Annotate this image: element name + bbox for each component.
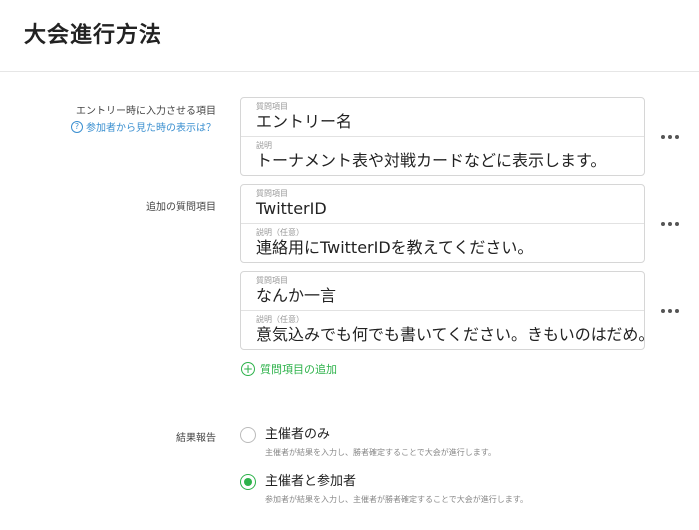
question-field-label: 質問項目 — [256, 102, 288, 111]
radio-option-title: 主催者と参加者 — [265, 474, 357, 489]
additional-question-field[interactable]: 質問項目 なんか一言 — [241, 272, 644, 311]
entry-description-field[interactable]: 説明 トーナメント表や対戦カードなどに表示します。 — [241, 137, 644, 175]
radio-organizer-and-participants[interactable]: 主催者と参加者 参加者が結果を入力し、主催者が勝者確定することで大会が進行します… — [240, 473, 528, 505]
radio-button[interactable] — [240, 427, 256, 443]
radio-option-description: 主催者が結果を入力し、勝者確定することで大会が進行します。 — [265, 448, 496, 457]
additional-question-box-1: 質問項目 TwitterID 説明（任意） 連絡用にTwitterIDを教えてく… — [240, 184, 645, 263]
result-report-label: 結果報告 — [176, 433, 216, 444]
radio-option-title: 主催者のみ — [265, 427, 331, 442]
more-horizontal-icon[interactable] — [660, 133, 680, 141]
question-field-value: エントリー名 — [256, 112, 353, 131]
additional-question-field[interactable]: 質問項目 TwitterID — [241, 185, 644, 224]
additional-description-field[interactable]: 説明（任意） 意気込みでも何でも書いてください。きもいのはだめ。 — [241, 311, 644, 349]
radio-button-selected[interactable] — [240, 474, 256, 490]
description-field-label: 説明 — [256, 141, 272, 150]
question-field-label: 質問項目 — [256, 189, 288, 198]
add-question-label: 質問項目の追加 — [260, 363, 337, 376]
entry-question-field[interactable]: 質問項目 エントリー名 — [241, 98, 644, 137]
preview-help-link[interactable]: ? 参加者から見た時の表示は？ — [71, 119, 216, 134]
description-field-value: 連絡用にTwitterIDを教えてください。 — [256, 238, 534, 257]
plus-circle-icon: + — [241, 362, 255, 376]
additional-question-box-2: 質問項目 なんか一言 説明（任意） 意気込みでも何でも書いてください。きもいのは… — [240, 271, 645, 350]
additional-description-field[interactable]: 説明（任意） 連絡用にTwitterIDを教えてください。 — [241, 224, 644, 262]
question-field-value: TwitterID — [256, 199, 327, 218]
question-field-label: 質問項目 — [256, 276, 288, 285]
more-horizontal-icon[interactable] — [660, 307, 680, 315]
preview-help-link-text: 参加者から見た時の表示は？ — [86, 123, 216, 134]
question-circle-icon: ? — [71, 120, 83, 133]
radio-option-description: 参加者が結果を入力し、主催者が勝者確定することで大会が進行します。 — [265, 495, 528, 504]
radio-organizer-only[interactable]: 主催者のみ 主催者が結果を入力し、勝者確定することで大会が進行します。 — [240, 426, 496, 458]
description-field-label: 説明（任意） — [256, 315, 304, 324]
question-field-value: なんか一言 — [256, 286, 337, 305]
description-field-value: トーナメント表や対戦カードなどに表示します。 — [256, 151, 607, 170]
additional-questions-label: 追加の質問項目 — [146, 202, 216, 213]
description-field-value: 意気込みでも何でも書いてください。きもいのはだめ。 — [256, 325, 644, 344]
entry-question-box: 質問項目 エントリー名 説明 トーナメント表や対戦カードなどに表示します。 — [240, 97, 645, 176]
page-header: 大会進行方法 — [0, 0, 699, 72]
add-question-button[interactable]: + 質問項目の追加 — [241, 361, 337, 377]
page-title: 大会進行方法 — [24, 23, 163, 48]
more-horizontal-icon[interactable] — [660, 220, 680, 228]
description-field-label: 説明（任意） — [256, 228, 304, 237]
entry-fields-label: エントリー時に入力させる項目 — [76, 106, 216, 117]
